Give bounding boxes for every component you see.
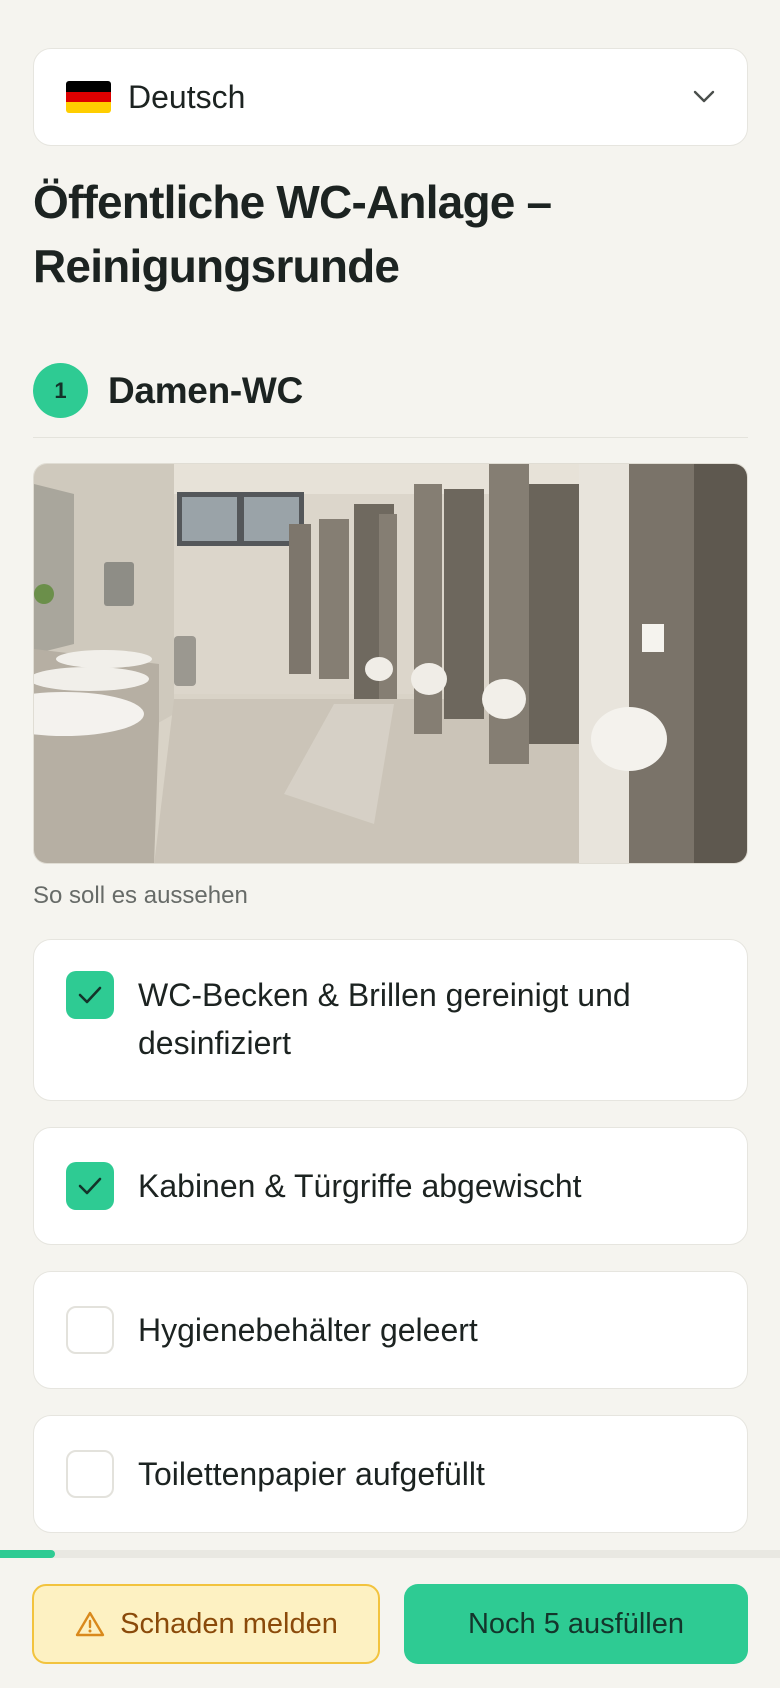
fill-remaining-button[interactable]: Noch 5 ausfüllen <box>404 1584 748 1664</box>
checklist-item[interactable]: Kabinen & Türgriffe abgewischt <box>33 1127 748 1245</box>
bottom-action-bar: Schaden melden Noch 5 ausfüllen <box>0 1558 780 1688</box>
checklist-item[interactable]: Toilettenpapier aufgefüllt <box>33 1415 748 1533</box>
checkbox-unchecked[interactable] <box>66 1306 114 1354</box>
checkmark-icon <box>78 986 102 1004</box>
checklist-item-label: Kabinen & Türgriffe abgewischt <box>138 1168 582 1204</box>
checklist-item-label: WC-Becken & Brillen gereinigt und desinf… <box>138 977 631 1061</box>
warning-icon <box>75 1611 105 1637</box>
chevron-down-icon <box>691 84 717 110</box>
image-caption: So soll es aussehen <box>33 882 248 909</box>
fill-remaining-label: Noch 5 ausfüllen <box>467 1607 685 1640</box>
language-selector[interactable]: Deutsch <box>33 48 748 146</box>
checkmark-icon <box>78 1177 102 1195</box>
page: Deutsch Öffentliche WC-Anlage – Reinigun… <box>0 0 780 1688</box>
germany-flag-icon <box>66 81 111 113</box>
checklist-item-label: Hygienebehälter geleert <box>138 1312 478 1348</box>
section-title: Damen-WC <box>108 369 303 411</box>
language-label: Deutsch <box>128 78 246 115</box>
section-header: 1 Damen-WC <box>33 363 748 438</box>
checkbox-checked[interactable] <box>66 971 114 1019</box>
checklist-item[interactable]: Hygienebehälter geleert <box>33 1271 748 1389</box>
checkbox-checked[interactable] <box>66 1162 114 1210</box>
reference-photo <box>33 463 748 864</box>
page-title: Öffentliche WC-Anlage – Reinigungsrunde <box>33 176 552 292</box>
step-number-badge: 1 <box>33 363 88 418</box>
report-damage-button[interactable]: Schaden melden <box>32 1584 380 1664</box>
checkbox-unchecked[interactable] <box>66 1450 114 1498</box>
progress-bar <box>0 1550 780 1558</box>
checklist-item[interactable]: WC-Becken & Brillen gereinigt und desinf… <box>33 939 748 1101</box>
progress-fill <box>0 1550 55 1558</box>
report-damage-label: Schaden melden <box>120 1607 338 1640</box>
checklist-item-label: Toilettenpapier aufgefüllt <box>138 1456 485 1492</box>
